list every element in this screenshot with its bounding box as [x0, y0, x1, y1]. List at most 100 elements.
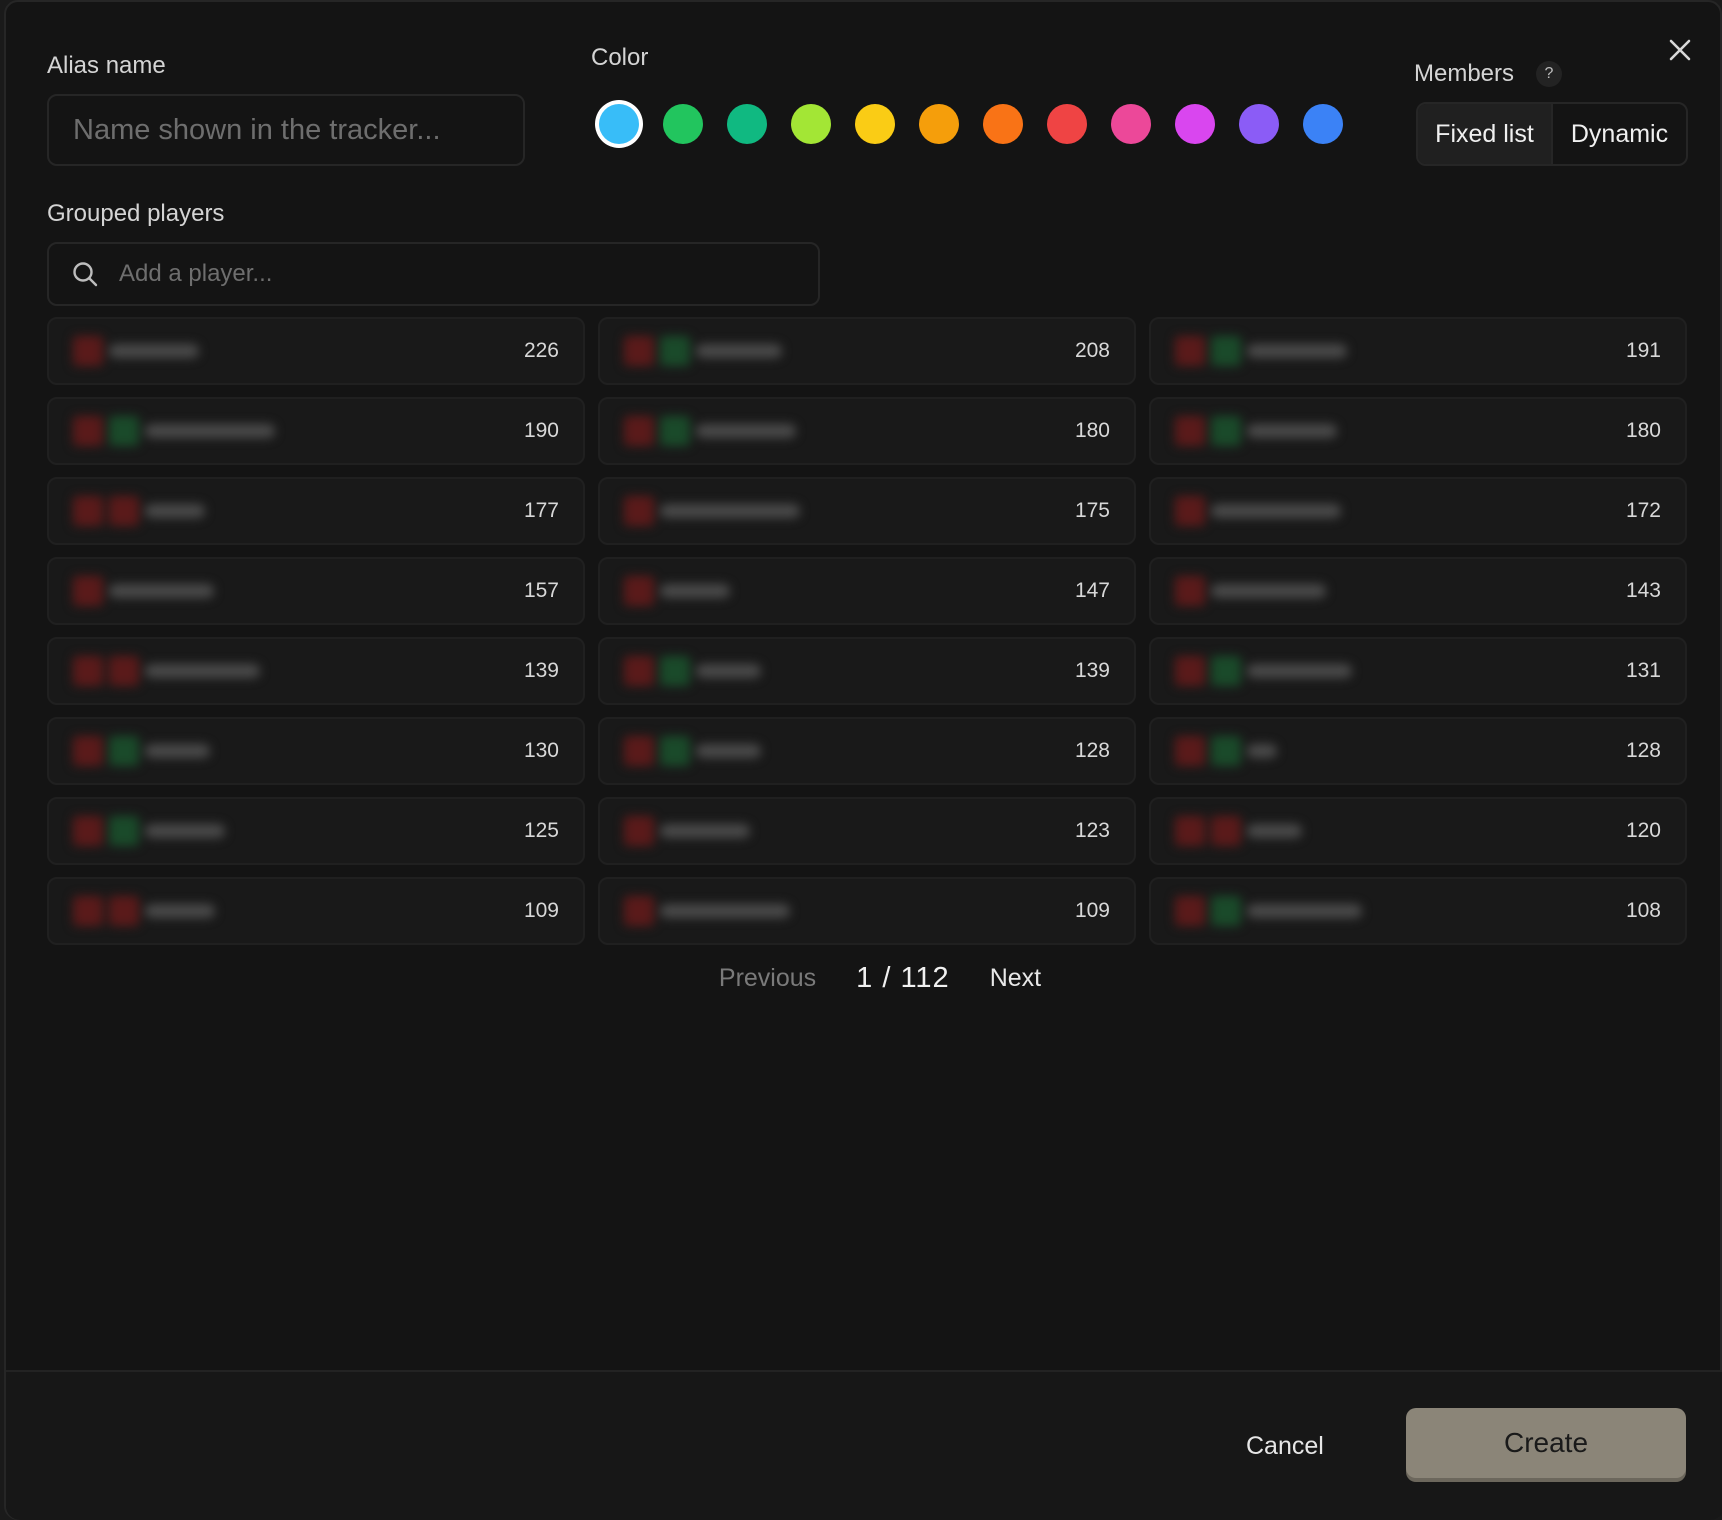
color-picker: [599, 104, 1343, 148]
player-name-blur: [1247, 424, 1337, 438]
flag-icon: [73, 576, 103, 606]
player-row[interactable]: 108: [1149, 877, 1687, 945]
player-name-redacted: [624, 576, 730, 606]
flag-icon: [109, 656, 139, 686]
help-icon[interactable]: ?: [1536, 61, 1562, 87]
flag-icon: [624, 896, 654, 926]
player-row[interactable]: 172: [1149, 477, 1687, 545]
color-label: Color: [591, 44, 649, 71]
player-count: 108: [1625, 899, 1661, 922]
player-count: 139: [1074, 659, 1110, 682]
player-count: 157: [523, 579, 559, 602]
alias-name-label: Alias name: [47, 52, 166, 79]
player-count: 139: [523, 659, 559, 682]
color-swatch[interactable]: [1175, 104, 1215, 144]
color-swatch[interactable]: [919, 104, 959, 144]
player-row[interactable]: 157: [47, 557, 585, 625]
player-row[interactable]: 226: [47, 317, 585, 385]
color-swatch[interactable]: [727, 104, 767, 144]
color-swatch[interactable]: [855, 104, 895, 144]
flag-icon: [624, 576, 654, 606]
flag-icon: [109, 736, 139, 766]
color-swatch[interactable]: [1239, 104, 1279, 144]
player-row[interactable]: 180: [1149, 397, 1687, 465]
page-indicator: 1 / 112: [856, 962, 950, 994]
player-row[interactable]: 191: [1149, 317, 1687, 385]
player-row[interactable]: 109: [47, 877, 585, 945]
next-button[interactable]: Next: [990, 964, 1041, 993]
color-swatch[interactable]: [599, 104, 639, 144]
flag-icon: [1175, 416, 1205, 446]
player-name-blur: [1247, 664, 1352, 678]
previous-button[interactable]: Previous: [719, 964, 816, 993]
player-row[interactable]: 175: [598, 477, 1136, 545]
player-name-blur: [660, 824, 750, 838]
player-count: 175: [1074, 499, 1110, 522]
dynamic-option[interactable]: Dynamic: [1553, 104, 1686, 164]
flag-icon: [1211, 416, 1241, 446]
create-button[interactable]: Create: [1406, 1408, 1686, 1478]
player-name-blur: [1247, 344, 1347, 358]
pagination: Previous 1 / 112 Next: [6, 962, 1722, 995]
player-name-blur: [145, 504, 205, 518]
add-player-input[interactable]: [119, 260, 818, 288]
player-row[interactable]: 128: [1149, 717, 1687, 785]
player-name-blur: [696, 664, 761, 678]
flag-icon: [1211, 736, 1241, 766]
player-name-blur: [1211, 584, 1326, 598]
player-row[interactable]: 131: [1149, 637, 1687, 705]
player-row[interactable]: 190: [47, 397, 585, 465]
flag-icon: [660, 656, 690, 686]
player-row[interactable]: 180: [598, 397, 1136, 465]
color-swatch[interactable]: [663, 104, 703, 144]
player-row[interactable]: 109: [598, 877, 1136, 945]
flag-icon: [73, 336, 103, 366]
player-row[interactable]: 177: [47, 477, 585, 545]
player-name-blur: [145, 824, 225, 838]
player-count: 180: [1625, 419, 1661, 442]
player-name-redacted: [1175, 336, 1347, 366]
dialog-footer: Cancel Create: [6, 1370, 1722, 1520]
alias-name-input[interactable]: [47, 94, 525, 166]
player-name-redacted: [1175, 816, 1302, 846]
player-name-blur: [109, 344, 199, 358]
player-row[interactable]: 128: [598, 717, 1136, 785]
player-count: 130: [523, 739, 559, 762]
player-list: 226 208 191 190 180 180 177 175 172 157 147 143 139 1…: [47, 317, 1688, 945]
player-name-blur: [109, 584, 214, 598]
player-row[interactable]: 125: [47, 797, 585, 865]
player-name-redacted: [73, 416, 275, 446]
close-button[interactable]: [1660, 30, 1700, 70]
player-row[interactable]: 139: [47, 637, 585, 705]
flag-icon: [624, 496, 654, 526]
fixed-list-option[interactable]: Fixed list: [1418, 104, 1553, 164]
player-row[interactable]: 130: [47, 717, 585, 785]
color-swatch[interactable]: [983, 104, 1023, 144]
player-name-redacted: [73, 576, 214, 606]
player-name-redacted: [73, 896, 215, 926]
player-row[interactable]: 208: [598, 317, 1136, 385]
grouped-players-label: Grouped players: [47, 200, 225, 227]
player-count: 226: [523, 339, 559, 362]
player-name-blur: [696, 744, 761, 758]
player-name-redacted: [73, 496, 205, 526]
player-name-blur: [660, 584, 730, 598]
player-row[interactable]: 120: [1149, 797, 1687, 865]
player-name-redacted: [1175, 576, 1326, 606]
player-name-redacted: [624, 336, 782, 366]
player-row[interactable]: 147: [598, 557, 1136, 625]
color-swatch[interactable]: [1303, 104, 1343, 144]
player-count: 191: [1625, 339, 1661, 362]
color-swatch[interactable]: [1111, 104, 1151, 144]
color-swatch[interactable]: [791, 104, 831, 144]
player-count: 190: [523, 419, 559, 442]
color-swatch[interactable]: [1047, 104, 1087, 144]
cancel-button[interactable]: Cancel: [1246, 1432, 1324, 1461]
player-row[interactable]: 123: [598, 797, 1136, 865]
player-row[interactable]: 139: [598, 637, 1136, 705]
player-count: 123: [1074, 819, 1110, 842]
player-row[interactable]: 143: [1149, 557, 1687, 625]
player-search: [47, 242, 820, 306]
flag-icon: [73, 656, 103, 686]
player-count: 208: [1074, 339, 1110, 362]
